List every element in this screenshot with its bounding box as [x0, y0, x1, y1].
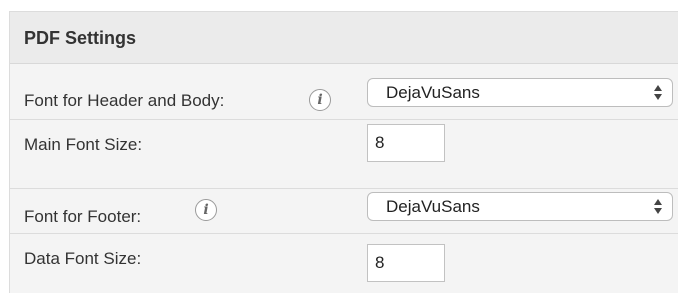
pdf-settings-panel: PDF Settings Font for Header and Body: i…: [9, 11, 678, 293]
row-divider: [10, 119, 678, 120]
info-icon[interactable]: i: [195, 199, 217, 221]
font-header-body-select-value: DejaVuSans: [386, 83, 480, 102]
data-font-size-input[interactable]: 8: [367, 244, 445, 282]
info-icon[interactable]: i: [309, 89, 331, 111]
up-down-arrows-icon: [654, 199, 662, 215]
main-font-size-label: Main Font Size:: [24, 135, 143, 154]
data-font-size-label: Data Font Size:: [24, 249, 142, 268]
up-down-arrows-icon: [654, 85, 662, 101]
main-font-size-input[interactable]: 8: [367, 124, 445, 162]
panel-title: PDF Settings: [24, 28, 137, 48]
panel-header: PDF Settings: [10, 12, 678, 64]
font-footer-select[interactable]: DejaVuSans: [367, 192, 673, 221]
font-header-body-label: Font for Header and Body:: [24, 91, 225, 110]
font-footer-select-value: DejaVuSans: [386, 197, 480, 216]
row-divider: [10, 233, 678, 234]
font-header-body-select[interactable]: DejaVuSans: [367, 78, 673, 107]
font-footer-label: Font for Footer:: [24, 207, 142, 226]
row-divider: [10, 188, 678, 189]
